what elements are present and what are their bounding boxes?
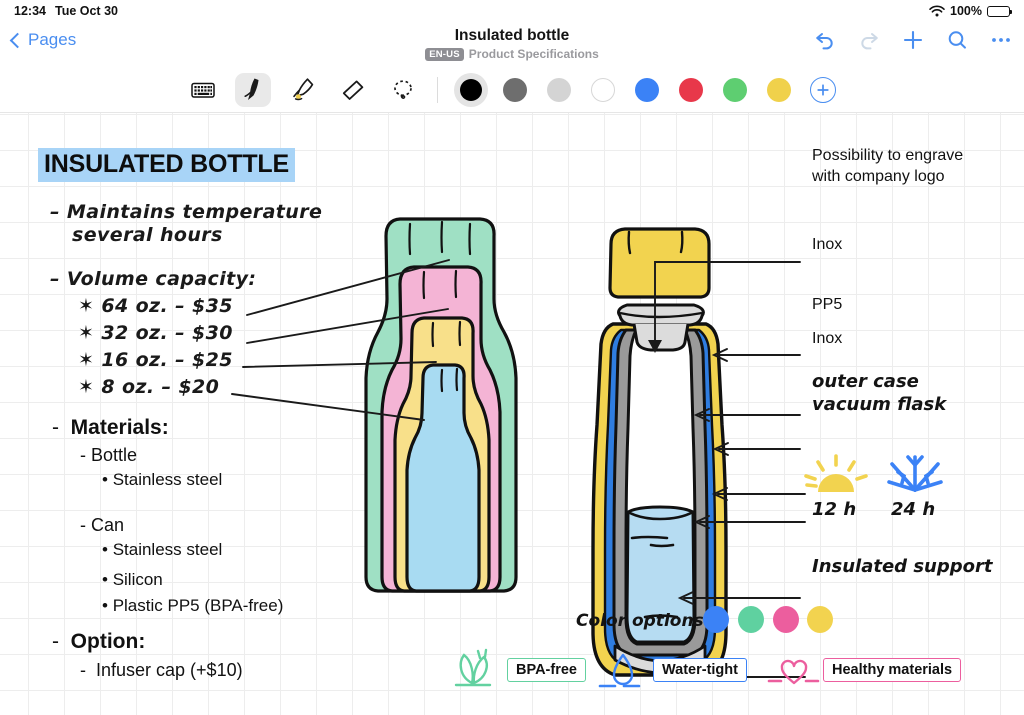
status-bar-left: 12:34 Tue Oct 30 xyxy=(14,4,118,18)
swatch-light-gray[interactable] xyxy=(542,73,576,107)
swatch-gray[interactable] xyxy=(498,73,532,107)
nav-actions xyxy=(814,28,1012,52)
badge-water-tight: Water-tight xyxy=(653,658,747,682)
document-subtitle-label: Product Specifications xyxy=(469,47,599,61)
keyboard-tool[interactable] xyxy=(185,73,221,107)
battery-percent-label: 100% xyxy=(950,4,982,18)
annotation-pp5: PP5 xyxy=(812,294,842,315)
swatch-black[interactable] xyxy=(454,73,488,107)
language-badge: EN-US xyxy=(425,48,464,61)
heart-icon xyxy=(766,653,822,687)
swatch-green[interactable] xyxy=(718,73,752,107)
plus-icon xyxy=(810,77,836,103)
annotation-engrave: Possibility to engrave with company logo xyxy=(812,145,1012,187)
toolbar-divider xyxy=(437,77,438,103)
annotation-inox-cap: Inox xyxy=(812,234,842,255)
color-options-label: Color options xyxy=(576,611,704,631)
lasso-tool[interactable] xyxy=(385,73,421,107)
annotation-engrave-line1: Possibility to engrave xyxy=(812,145,1012,166)
badge-bpa-free: BPA-free xyxy=(507,658,586,682)
search-button[interactable] xyxy=(946,28,968,52)
note-canvas[interactable]: INSULATED BOTTLE – Maintains temperature… xyxy=(0,112,1024,715)
swatch-blue[interactable] xyxy=(630,73,664,107)
drawing-toolbar xyxy=(0,68,1024,112)
annotation-24h: 24 h xyxy=(891,498,935,521)
snowflake-icon xyxy=(884,450,946,502)
swatch-red[interactable] xyxy=(674,73,708,107)
navigation-bar: Pages Insulated bottle EN-US Product Spe… xyxy=(0,22,1024,68)
annotation-12h: 12 h xyxy=(812,498,856,521)
color-option-green[interactable] xyxy=(738,606,764,633)
undo-button[interactable] xyxy=(814,28,836,52)
pen-tool[interactable] xyxy=(235,73,271,107)
color-swatch-group xyxy=(454,73,840,107)
pages-back-button[interactable]: Pages xyxy=(12,30,76,50)
highlighter-tool[interactable] xyxy=(285,73,321,107)
redo-button[interactable] xyxy=(858,28,880,52)
swatch-white[interactable] xyxy=(586,73,620,107)
leaf-icon xyxy=(450,647,502,689)
annotation-outer-case: outer case xyxy=(812,370,919,393)
annotation-inox-body: Inox xyxy=(812,328,842,349)
status-time: 12:34 xyxy=(14,4,46,18)
annotation-insulated-support: Insulated support xyxy=(812,555,992,578)
status-bar-right: 100% xyxy=(929,4,1010,18)
status-bar: 12:34 Tue Oct 30 100% xyxy=(0,0,1024,22)
swatch-yellow[interactable] xyxy=(762,73,796,107)
ipad-notes-app-screen: 12:34 Tue Oct 30 100% Pages Insulated bo xyxy=(0,0,1024,715)
droplet-icon xyxy=(598,649,652,689)
pages-back-label: Pages xyxy=(28,30,76,50)
eraser-tool[interactable] xyxy=(335,73,371,107)
color-option-yellow[interactable] xyxy=(807,606,833,633)
annotation-engrave-line2: with company logo xyxy=(812,166,1012,187)
more-button[interactable] xyxy=(990,28,1012,52)
annotation-vacuum-flask: vacuum flask xyxy=(812,393,946,416)
add-button[interactable] xyxy=(902,28,924,52)
chevron-left-icon xyxy=(10,33,26,49)
tool-group xyxy=(185,73,421,107)
add-color-button[interactable] xyxy=(806,73,840,107)
status-date: Tue Oct 30 xyxy=(55,4,118,18)
color-option-pink[interactable] xyxy=(773,606,799,633)
wifi-icon xyxy=(929,5,945,17)
color-option-blue[interactable] xyxy=(703,606,729,633)
badge-healthy-materials: Healthy materials xyxy=(823,658,961,682)
battery-icon xyxy=(987,6,1010,17)
